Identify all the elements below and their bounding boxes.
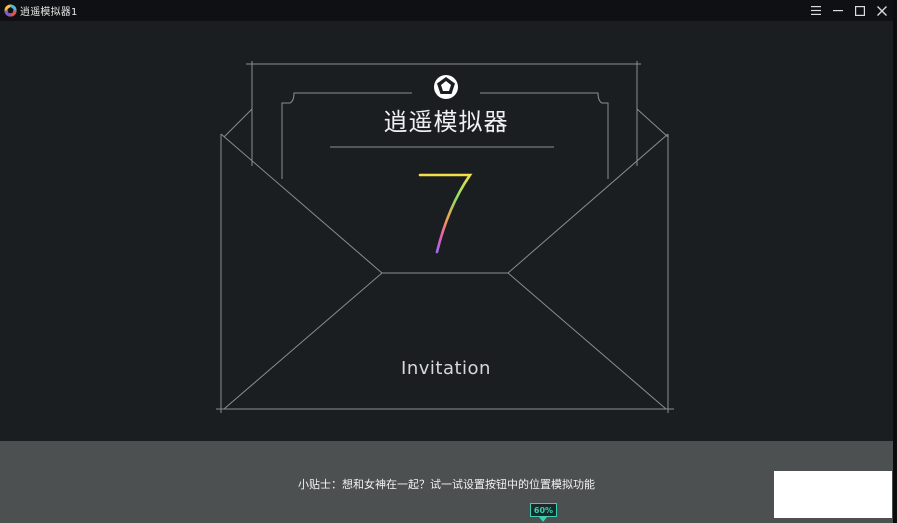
menu-button[interactable] [805, 0, 827, 21]
loading-footer: 小贴士：想和女神在一起？试一试设置按钮中的位置模拟功能 60% [0, 441, 893, 523]
progress-pointer [539, 517, 547, 522]
menu-icon [811, 6, 821, 15]
blank-panel [774, 471, 892, 518]
close-icon [877, 5, 887, 16]
splash-area: 逍遥模拟器 Invitation [0, 21, 893, 441]
seven-numeral-graphic [418, 173, 473, 254]
app-logo-icon [4, 4, 17, 17]
minimize-icon [833, 10, 843, 12]
tip-text: 小贴士：想和女神在一起？试一试设置按钮中的位置模拟功能 [298, 478, 595, 491]
window-title: 逍遥模拟器1 [20, 7, 78, 18]
title-bar: 逍遥模拟器1 [0, 0, 893, 21]
window-controls [805, 0, 893, 21]
minimize-button[interactable] [827, 0, 849, 21]
invitation-label: Invitation [401, 358, 491, 379]
maximize-icon [855, 5, 865, 16]
progress-badge: 60% [530, 503, 557, 517]
window-border [893, 0, 897, 523]
logo-wordmark: 逍遥模拟器 [383, 108, 509, 136]
close-button[interactable] [871, 0, 893, 21]
maximize-button[interactable] [849, 0, 871, 21]
pentagon-logo-icon [434, 75, 458, 99]
